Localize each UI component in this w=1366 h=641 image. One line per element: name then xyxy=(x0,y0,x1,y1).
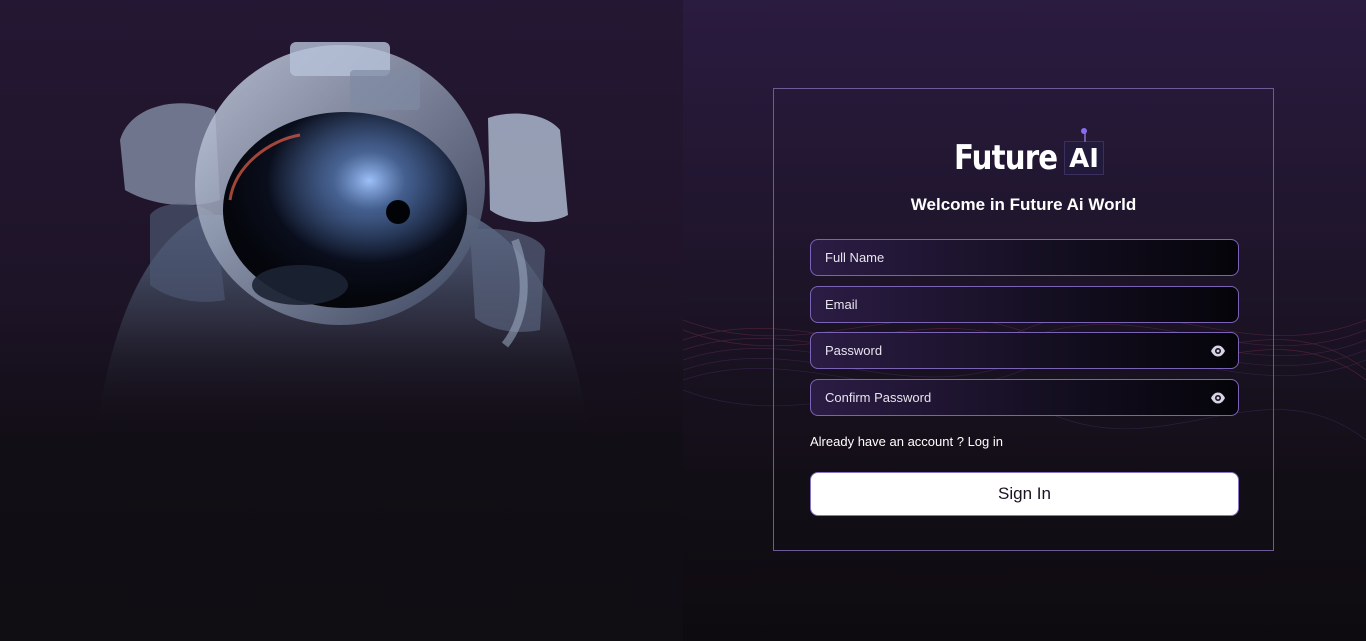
brand-logo: Future AI xyxy=(954,128,1105,178)
welcome-heading: Welcome in Future Ai World xyxy=(910,195,1137,214)
full-name-field xyxy=(810,239,1239,276)
have-account-text: Already have an account ? xyxy=(810,434,964,449)
form-panel: Future AI Welcome in Future Ai World Ful… xyxy=(683,0,1366,641)
login-link[interactable]: Log in xyxy=(968,434,1003,449)
signup-page: Future AI Welcome in Future Ai World Ful… xyxy=(0,0,1366,641)
password-input[interactable] xyxy=(811,333,1238,368)
signup-card: Future AI Welcome in Future Ai World Ful… xyxy=(773,88,1274,551)
logo-ai-text: AI xyxy=(1069,144,1099,174)
eye-icon[interactable] xyxy=(1210,391,1226,405)
confirm-password-input[interactable] xyxy=(811,380,1238,415)
password-field xyxy=(810,332,1239,369)
login-prompt: Already have an account ? Log in xyxy=(810,434,1003,449)
email-field xyxy=(810,286,1239,323)
astronaut-illustration xyxy=(0,42,683,641)
eye-icon[interactable] xyxy=(1210,344,1226,358)
hero-image-panel xyxy=(0,0,683,641)
full-name-input[interactable] xyxy=(811,240,1238,275)
logo-word: Future xyxy=(954,138,1058,178)
logo-ai-badge: AI xyxy=(1064,128,1105,175)
logo-antenna-dot-icon xyxy=(1081,128,1088,134)
confirm-password-field xyxy=(810,379,1239,416)
sign-in-button[interactable]: Sign In xyxy=(810,472,1239,516)
email-input[interactable] xyxy=(811,287,1238,322)
